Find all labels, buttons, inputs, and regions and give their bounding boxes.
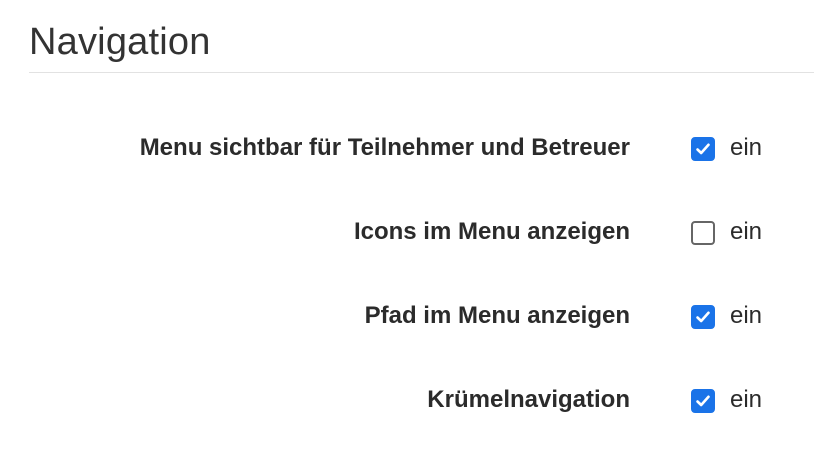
- menu-visible-checkbox[interactable]: [691, 137, 715, 161]
- setting-label-path-in-menu: Pfad im Menu anzeigen: [364, 302, 630, 329]
- icons-in-menu-checkbox-label[interactable]: ein: [730, 212, 762, 252]
- path-in-menu-checkbox[interactable]: [691, 305, 715, 329]
- setting-row-icons-in-menu: Icons im Menu anzeigen ein: [0, 212, 814, 252]
- setting-row-menu-visible: Menu sichtbar für Teilnehmer und Betreue…: [0, 128, 814, 168]
- breadcrumb-navigation-checkbox-label[interactable]: ein: [730, 380, 762, 420]
- setting-label-menu-visible: Menu sichtbar für Teilnehmer und Betreue…: [139, 134, 630, 161]
- section-title: Navigation: [29, 21, 211, 63]
- checkmark-icon: [696, 395, 710, 407]
- breadcrumb-navigation-checkbox[interactable]: [691, 389, 715, 413]
- section-divider: [29, 72, 814, 73]
- menu-visible-checkbox-label[interactable]: ein: [730, 128, 762, 168]
- setting-row-breadcrumb-navigation: Krümelnavigation ein: [0, 380, 814, 420]
- checkmark-icon: [696, 143, 710, 155]
- icons-in-menu-checkbox[interactable]: [691, 221, 715, 245]
- navigation-settings-section: Navigation Menu sichtbar für Teilnehmer …: [0, 0, 814, 450]
- checkmark-icon: [696, 311, 710, 323]
- setting-row-path-in-menu: Pfad im Menu anzeigen ein: [0, 296, 814, 336]
- path-in-menu-checkbox-label[interactable]: ein: [730, 296, 762, 336]
- setting-label-breadcrumb-navigation: Krümelnavigation: [427, 386, 630, 413]
- setting-label-icons-in-menu: Icons im Menu anzeigen: [353, 218, 630, 245]
